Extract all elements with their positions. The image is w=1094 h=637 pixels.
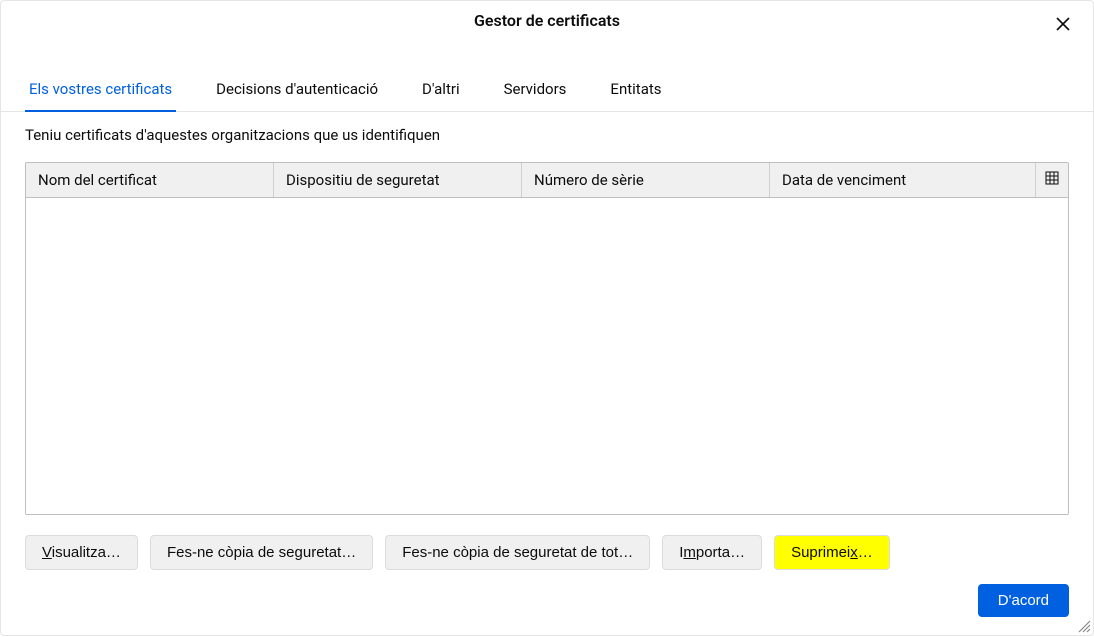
action-button-row: Visualitza… Fes-ne còpia de seguretat… F… — [1, 515, 1093, 570]
dialog-header: Gestor de certificats — [1, 1, 1093, 40]
column-picker-icon — [1045, 171, 1059, 189]
backup-all-button[interactable]: Fes-ne còpia de seguretat de tot… — [385, 535, 650, 570]
tab-authentication-decisions[interactable]: Decisions d'autenticació — [212, 70, 382, 112]
resize-grip-icon — [1075, 618, 1091, 637]
import-button[interactable]: Importa… — [662, 535, 762, 570]
tabs-bar: Els vostres certificats Decisions d'aute… — [1, 70, 1093, 112]
dialog-footer: D'acord — [1, 570, 1093, 635]
dialog-title: Gestor de certificats — [17, 11, 1077, 30]
column-picker-button[interactable] — [1036, 163, 1068, 197]
tab-servers[interactable]: Servidors — [500, 70, 571, 112]
column-header-security-device[interactable]: Dispositiu de seguretat — [274, 163, 522, 197]
resize-grip[interactable] — [1075, 617, 1091, 633]
tab-your-certificates[interactable]: Els vostres certificats — [25, 70, 176, 112]
table-empty — [26, 198, 1068, 514]
tab-content: Teniu certificats d'aquestes organitzaci… — [1, 112, 1093, 515]
delete-button[interactable]: Suprimeix… — [774, 535, 890, 570]
close-icon — [1055, 16, 1071, 35]
column-header-serial-number[interactable]: Número de sèrie — [522, 163, 770, 197]
certificate-manager-dialog: Gestor de certificats Els vostres certif… — [0, 0, 1094, 636]
close-button[interactable] — [1049, 11, 1077, 39]
view-button[interactable]: Visualitza… — [25, 535, 138, 570]
column-header-expiration-date[interactable]: Data de venciment — [770, 163, 1036, 197]
table-body[interactable] — [26, 198, 1068, 514]
tab-description: Teniu certificats d'aquestes organitzaci… — [25, 126, 1069, 144]
tab-authorities[interactable]: Entitats — [606, 70, 665, 112]
ok-button[interactable]: D'acord — [978, 584, 1069, 617]
table-header-row: Nom del certificat Dispositiu de seguret… — [26, 163, 1068, 198]
backup-button[interactable]: Fes-ne còpia de seguretat… — [150, 535, 373, 570]
tab-people[interactable]: D'altri — [418, 70, 464, 112]
column-header-certificate-name[interactable]: Nom del certificat — [26, 163, 274, 197]
certificates-table: Nom del certificat Dispositiu de seguret… — [25, 162, 1069, 515]
